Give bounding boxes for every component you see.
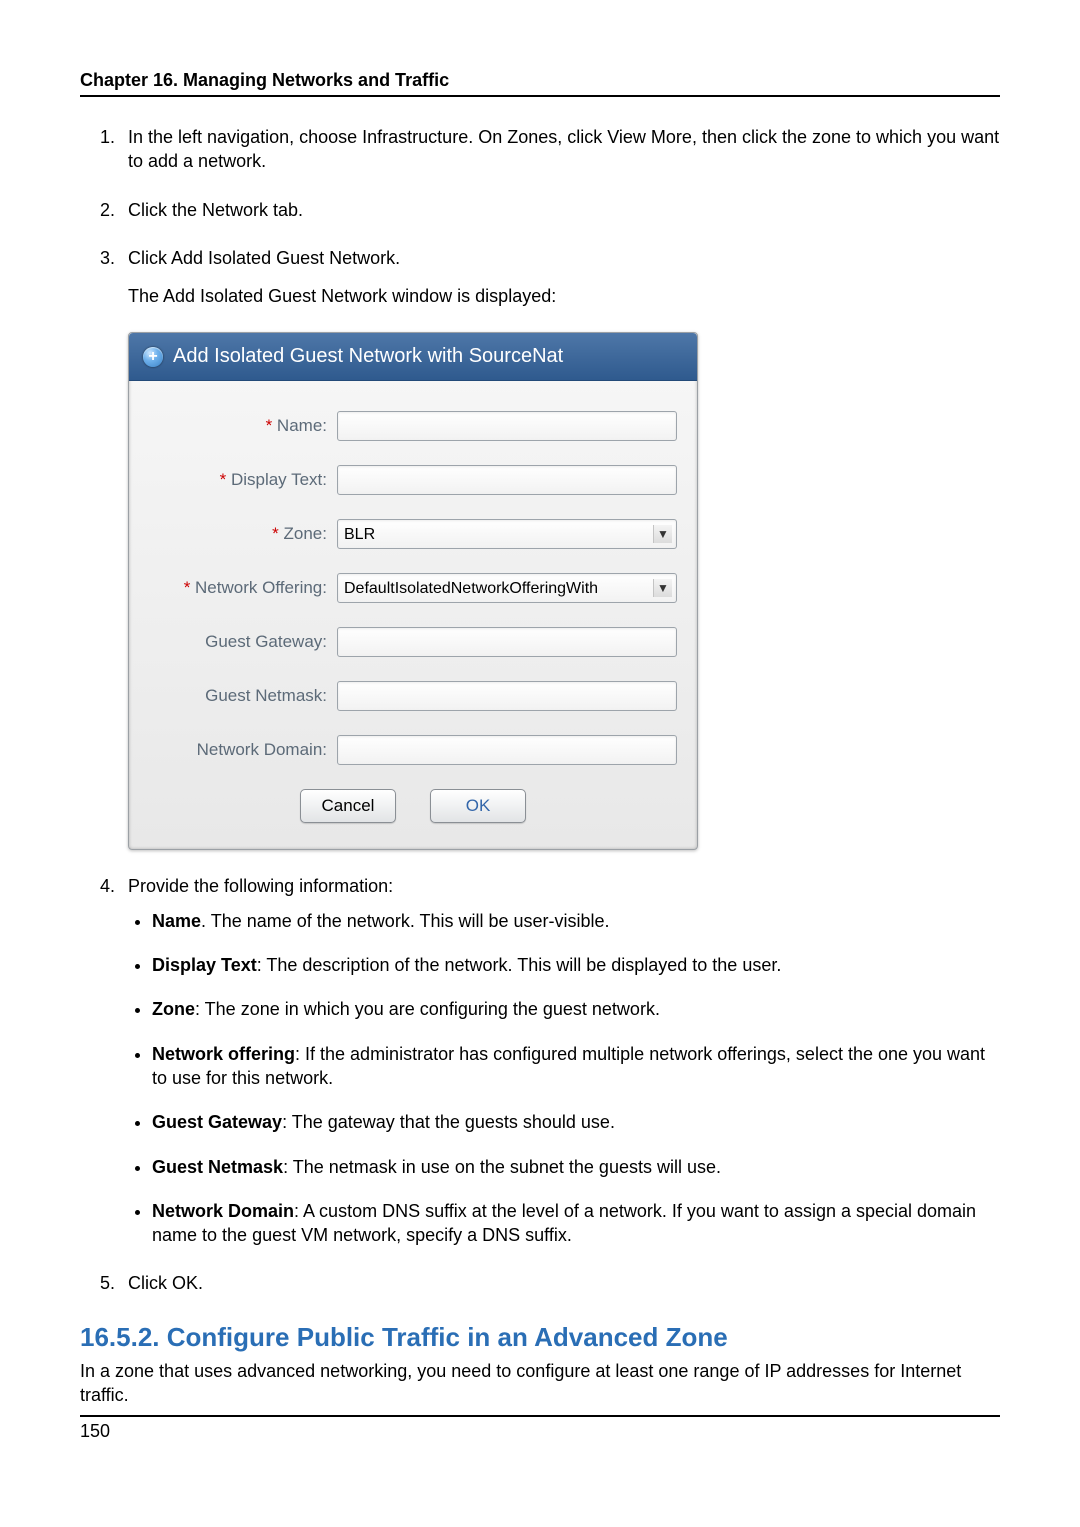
network-domain-input[interactable] (337, 735, 677, 765)
guest-netmask-input[interactable] (337, 681, 677, 711)
section-heading: 16.5.2. Configure Public Traffic in an A… (80, 1322, 1000, 1353)
list-item: Guest Gateway: The gateway that the gues… (152, 1110, 1000, 1134)
dialog-buttons: Cancel OK (149, 789, 677, 823)
row-zone: * Zone: BLR ▼ (149, 519, 677, 549)
list-item: Name. The name of the network. This will… (152, 909, 1000, 933)
step-5-text: Click OK. (128, 1273, 203, 1293)
step-4: Provide the following information: Name.… (120, 874, 1000, 1247)
list-item: Display Text: The description of the net… (152, 953, 1000, 977)
label-network-domain: Network Domain: (149, 739, 337, 762)
section-text: In a zone that uses advanced networking,… (80, 1359, 1000, 1408)
info-list: Name. The name of the network. This will… (128, 909, 1000, 1248)
list-item: Network Domain: A custom DNS suffix at t… (152, 1199, 1000, 1248)
zone-select[interactable]: BLR ▼ (337, 519, 677, 549)
network-offering-select[interactable]: DefaultIsolatedNetworkOfferingWith ▼ (337, 573, 677, 603)
row-network-domain: Network Domain: (149, 735, 677, 765)
step-2: Click the Network tab. (120, 198, 1000, 222)
step-3-subtext: The Add Isolated Guest Network window is… (128, 284, 1000, 308)
zone-value: BLR (344, 524, 375, 546)
dialog-titlebar: + Add Isolated Guest Network with Source… (129, 333, 697, 381)
ok-button[interactable]: OK (430, 789, 526, 823)
row-network-offering: * Network Offering: DefaultIsolatedNetwo… (149, 573, 677, 603)
page-footer: 150 (80, 1415, 1000, 1442)
label-guest-gateway: Guest Gateway: (149, 631, 337, 654)
step-5: Click OK. (120, 1271, 1000, 1295)
chevron-down-icon: ▼ (653, 579, 672, 597)
label-zone: * Zone: (149, 523, 337, 546)
chevron-down-icon: ▼ (653, 525, 672, 543)
list-item: Guest Netmask: The netmask in use on the… (152, 1155, 1000, 1179)
list-item: Network offering: If the administrator h… (152, 1042, 1000, 1091)
label-display-text: * Display Text: (149, 469, 337, 492)
list-item: Zone: The zone in which you are configur… (152, 997, 1000, 1021)
step-3: Click Add Isolated Guest Network. The Ad… (120, 246, 1000, 851)
network-offering-value: DefaultIsolatedNetworkOfferingWith (344, 578, 598, 600)
steps-list: In the left navigation, choose Infrastru… (80, 125, 1000, 1296)
label-name: * Name: (149, 415, 337, 438)
cancel-button[interactable]: Cancel (300, 789, 396, 823)
label-network-offering: * Network Offering: (149, 577, 337, 600)
page-number: 150 (80, 1421, 110, 1441)
display-text-input[interactable] (337, 465, 677, 495)
dialog-title: Add Isolated Guest Network with SourceNa… (173, 343, 563, 370)
label-guest-netmask: Guest Netmask: (149, 685, 337, 708)
step-4-text: Provide the following information: (128, 876, 393, 896)
guest-gateway-input[interactable] (337, 627, 677, 657)
row-guest-netmask: Guest Netmask: (149, 681, 677, 711)
step-2-text: Click the Network tab. (128, 200, 303, 220)
row-guest-gateway: Guest Gateway: (149, 627, 677, 657)
row-name: * Name: (149, 411, 677, 441)
step-3-text: Click Add Isolated Guest Network. (128, 248, 400, 268)
dialog-body: * Name: * Display Text: * Zone: BLR ▼ (129, 381, 697, 829)
step-1: In the left navigation, choose Infrastru… (120, 125, 1000, 174)
chapter-header: Chapter 16. Managing Networks and Traffi… (80, 70, 1000, 97)
plus-icon: + (143, 347, 163, 367)
step-1-text: In the left navigation, choose Infrastru… (128, 127, 999, 171)
row-display-text: * Display Text: (149, 465, 677, 495)
add-guest-network-dialog: + Add Isolated Guest Network with Source… (128, 332, 698, 850)
name-input[interactable] (337, 411, 677, 441)
